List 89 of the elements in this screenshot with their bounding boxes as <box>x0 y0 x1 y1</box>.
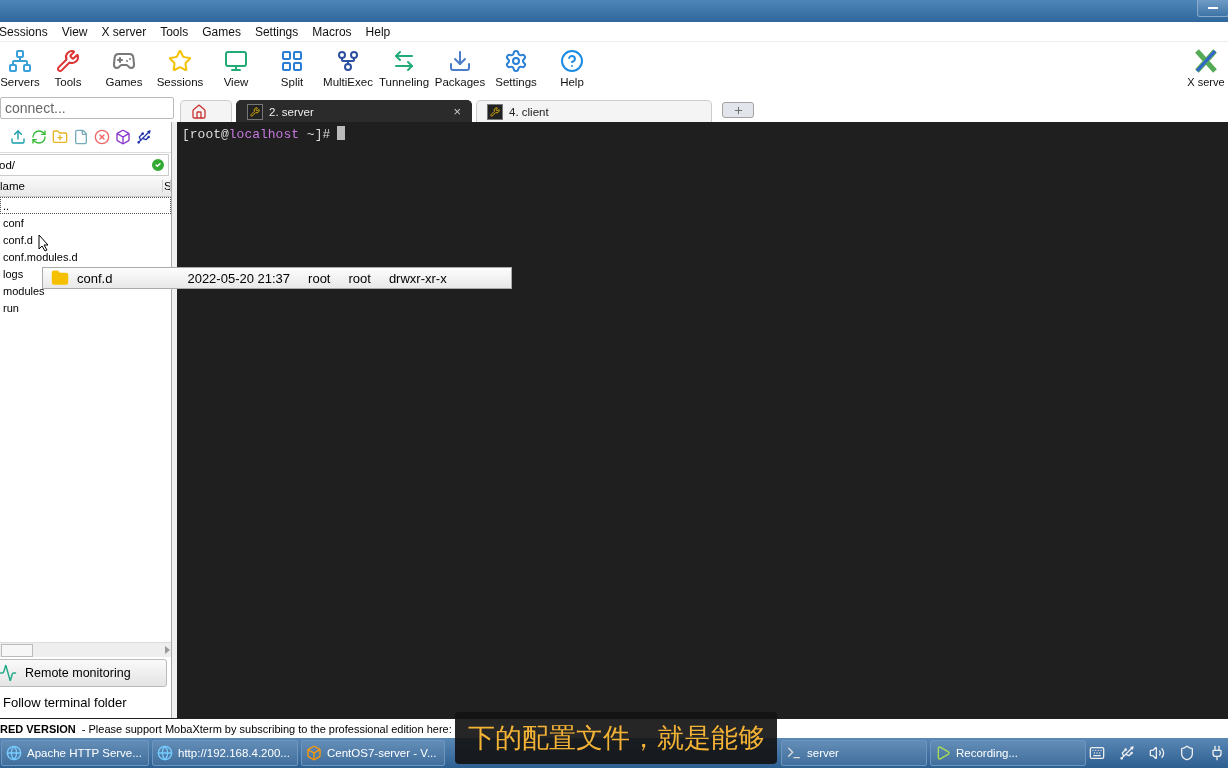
scrollbar-thumb[interactable] <box>1 643 33 657</box>
taskbar-button[interactable]: CentOS7-server - V... <box>301 740 445 766</box>
terminal-line: [root@localhost ~]# <box>182 127 331 142</box>
shield-icon <box>1179 745 1195 761</box>
volume-icon <box>1149 745 1165 761</box>
file-name: conf <box>3 216 24 229</box>
follow-folder-label[interactable]: Follow terminal folder <box>0 689 171 718</box>
toolbar-button[interactable]: MultiExec <box>320 49 376 88</box>
toolbar-button[interactable]: Split <box>264 49 320 88</box>
refresh-icon[interactable] <box>31 129 47 145</box>
plus-icon <box>732 104 744 116</box>
file-name: .. <box>3 199 10 212</box>
folder-icon <box>51 269 69 287</box>
path-field[interactable]: od/ <box>0 154 169 176</box>
subtitle-caption: 下的配置文件，就是能够 <box>455 712 777 764</box>
taskbar-button[interactable]: server <box>781 740 927 766</box>
file-row[interactable]: conf <box>0 214 171 231</box>
edition-label: RED VERSION <box>0 722 76 735</box>
menu-item[interactable]: View <box>61 24 95 39</box>
delete-icon[interactable] <box>94 129 110 145</box>
power-icon <box>1209 745 1225 761</box>
toolbar-button[interactable]: Servers <box>0 49 40 88</box>
menu-item[interactable]: Macros <box>312 24 359 39</box>
menu-item[interactable]: X server <box>101 24 154 39</box>
browser-icon <box>157 745 173 761</box>
star-icon <box>168 49 192 73</box>
taskbar-button[interactable]: http://192.168.4.200... <box>152 740 298 766</box>
file-icon[interactable] <box>73 129 89 145</box>
toolbar-button[interactable]: Tunneling <box>376 49 432 88</box>
usb-icon <box>1119 745 1135 761</box>
menu-item[interactable]: Games <box>202 24 248 39</box>
session-tab[interactable]: 2. server × <box>236 100 472 122</box>
file-name: conf.modules.d <box>3 250 78 263</box>
taskbar-button[interactable]: Recording... <box>930 740 1086 766</box>
scroll-right-icon[interactable] <box>163 646 171 654</box>
download-icon <box>448 49 472 73</box>
file-name: conf.d <box>3 233 33 246</box>
toolbar-button[interactable]: Sessions <box>152 49 208 88</box>
network-icon <box>8 49 32 73</box>
menu-item[interactable]: Help <box>365 24 398 39</box>
session-tab[interactable]: 4. client <box>476 100 712 122</box>
monitor-chart-icon <box>0 664 17 682</box>
toolbar-button[interactable]: Help <box>544 49 600 88</box>
file-name: modules <box>3 284 45 297</box>
minimize-button[interactable] <box>1197 0 1228 17</box>
remote-monitoring-button[interactable]: Remote monitoring <box>0 659 167 687</box>
minimize-icon <box>1208 6 1218 10</box>
x-logo-icon <box>1194 49 1218 73</box>
column-header[interactable]: lame <box>0 180 163 192</box>
upload-icon[interactable] <box>10 129 26 145</box>
terminal-icon <box>786 745 802 761</box>
new-folder-icon[interactable] <box>52 129 68 145</box>
toolbar-button[interactable]: X serve <box>1181 49 1228 88</box>
menu-item[interactable]: Sessions <box>0 24 55 39</box>
close-tab-icon: × <box>453 104 461 119</box>
file-name: run <box>3 301 19 314</box>
key-icon <box>247 103 263 120</box>
file-row[interactable]: run <box>0 299 171 316</box>
toolbar-button[interactable]: View <box>208 49 264 88</box>
toolbar-button[interactable]: Games <box>96 49 152 88</box>
wrench-icon <box>56 49 80 73</box>
arrows-icon <box>392 49 416 73</box>
toolbar-button[interactable]: Tools <box>40 49 96 88</box>
settings-icon <box>504 49 528 73</box>
keyboard-icon <box>1089 745 1105 761</box>
file-row[interactable]: conf.d <box>0 231 171 248</box>
home-tab[interactable] <box>180 100 232 122</box>
status-message: - Please support MobaXterm by subscribing to the professional edition here: <box>81 722 452 735</box>
toolbar-button[interactable]: Packages <box>432 49 488 88</box>
mouse-pointer-icon <box>38 234 50 252</box>
file-row[interactable]: conf.modules.d <box>0 248 171 265</box>
browser-icon <box>6 745 22 761</box>
grid-icon <box>280 49 304 73</box>
recorder-icon <box>935 745 951 761</box>
help-icon <box>560 49 584 73</box>
menu-item[interactable]: Tools <box>160 24 196 39</box>
check-icon <box>150 157 166 173</box>
toolbar-button[interactable]: Settings <box>488 49 544 88</box>
new-tab-button[interactable] <box>722 102 754 118</box>
fork-icon <box>336 49 360 73</box>
file-row[interactable]: .. <box>0 197 171 214</box>
horizontal-scrollbar[interactable] <box>0 642 171 657</box>
drag-tooltip: conf.d 2022-05-20 21:37 root root drwxr-xr-x <box>42 267 512 289</box>
quick-connect-field[interactable]: connect... <box>0 97 174 119</box>
menu-item[interactable]: Settings <box>254 24 306 39</box>
home-icon <box>191 103 207 120</box>
taskbar-button[interactable]: Apache HTTP Serve... <box>1 740 149 766</box>
monitor-icon <box>224 49 248 73</box>
key-icon <box>487 103 503 120</box>
